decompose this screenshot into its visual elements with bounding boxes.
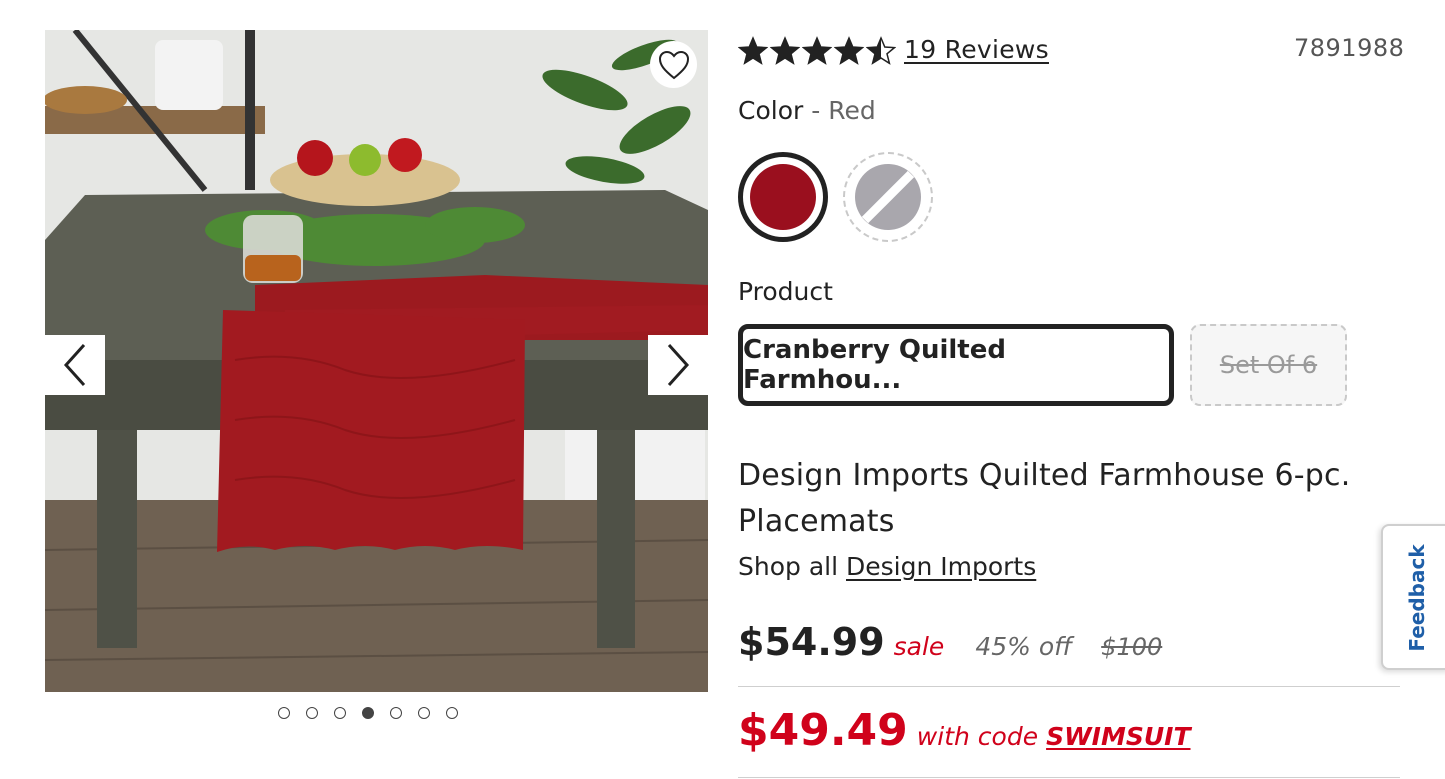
sale-price: $54.99 [738, 620, 885, 664]
color-separator: - [803, 96, 829, 125]
next-image-button[interactable] [648, 335, 708, 395]
color-swatch-red-fill [750, 164, 816, 230]
previous-image-button[interactable] [45, 335, 105, 395]
selected-color-value: Red [828, 96, 876, 125]
promo-text: with code [916, 722, 1039, 751]
divider [738, 686, 1400, 687]
chevron-left-icon [63, 343, 86, 387]
product-sku: 7891988 [1294, 34, 1405, 62]
star-half-icon [866, 36, 896, 65]
gallery-pagination [278, 707, 458, 719]
color-swatch-gray[interactable] [843, 152, 933, 242]
price-row: $54.99 sale 45% off $100 [738, 620, 1162, 664]
sale-label: sale [893, 632, 945, 661]
star-full-icon [834, 36, 864, 65]
star-full-icon [738, 36, 768, 65]
discount-percent: 45% off [975, 632, 1073, 661]
promo-code-link[interactable]: SWIMSUIT [1046, 722, 1190, 751]
star-rating[interactable] [738, 36, 896, 66]
product-option-set-of-6[interactable]: Set Of 6 [1190, 324, 1347, 406]
gallery-dot[interactable] [278, 707, 290, 719]
original-price: $100 [1101, 633, 1163, 661]
reviews-link[interactable]: 19 Reviews [904, 35, 1049, 64]
gallery-dot[interactable] [362, 707, 374, 719]
divider [738, 777, 1400, 778]
star-full-icon [802, 36, 832, 65]
gallery-dot[interactable] [334, 707, 346, 719]
gallery-dot[interactable] [390, 707, 402, 719]
heart-outline-icon [658, 50, 689, 79]
favorite-button[interactable] [650, 41, 697, 88]
product-photo [45, 30, 708, 692]
product-label: Product [738, 277, 833, 306]
product-image-gallery[interactable] [45, 30, 708, 692]
product-option-cranberry[interactable]: Cranberry Quilted Farmhou... [738, 324, 1174, 406]
shop-all-row: Shop all Design Imports [738, 552, 1036, 581]
chevron-right-icon [667, 343, 690, 387]
gallery-dot[interactable] [306, 707, 318, 719]
feedback-tab[interactable]: Feedback [1381, 524, 1445, 670]
color-label: Color [738, 96, 804, 125]
brand-link[interactable]: Design Imports [846, 552, 1036, 581]
color-swatch-red[interactable] [738, 152, 828, 242]
promo-code-row: $49.49 with code SWIMSUIT [738, 705, 1191, 756]
shop-all-prefix: Shop all [738, 552, 839, 581]
gallery-dot[interactable] [446, 707, 458, 719]
unavailable-swatch-icon [855, 164, 921, 230]
product-title: Design Imports Quilted Farmhouse 6-pc. P… [738, 458, 1351, 539]
promo-price: $49.49 [738, 705, 908, 756]
gallery-dot[interactable] [418, 707, 430, 719]
star-full-icon [770, 36, 800, 65]
color-selection-label: Color - Red [738, 96, 876, 125]
feedback-label: Feedback [1405, 544, 1429, 652]
